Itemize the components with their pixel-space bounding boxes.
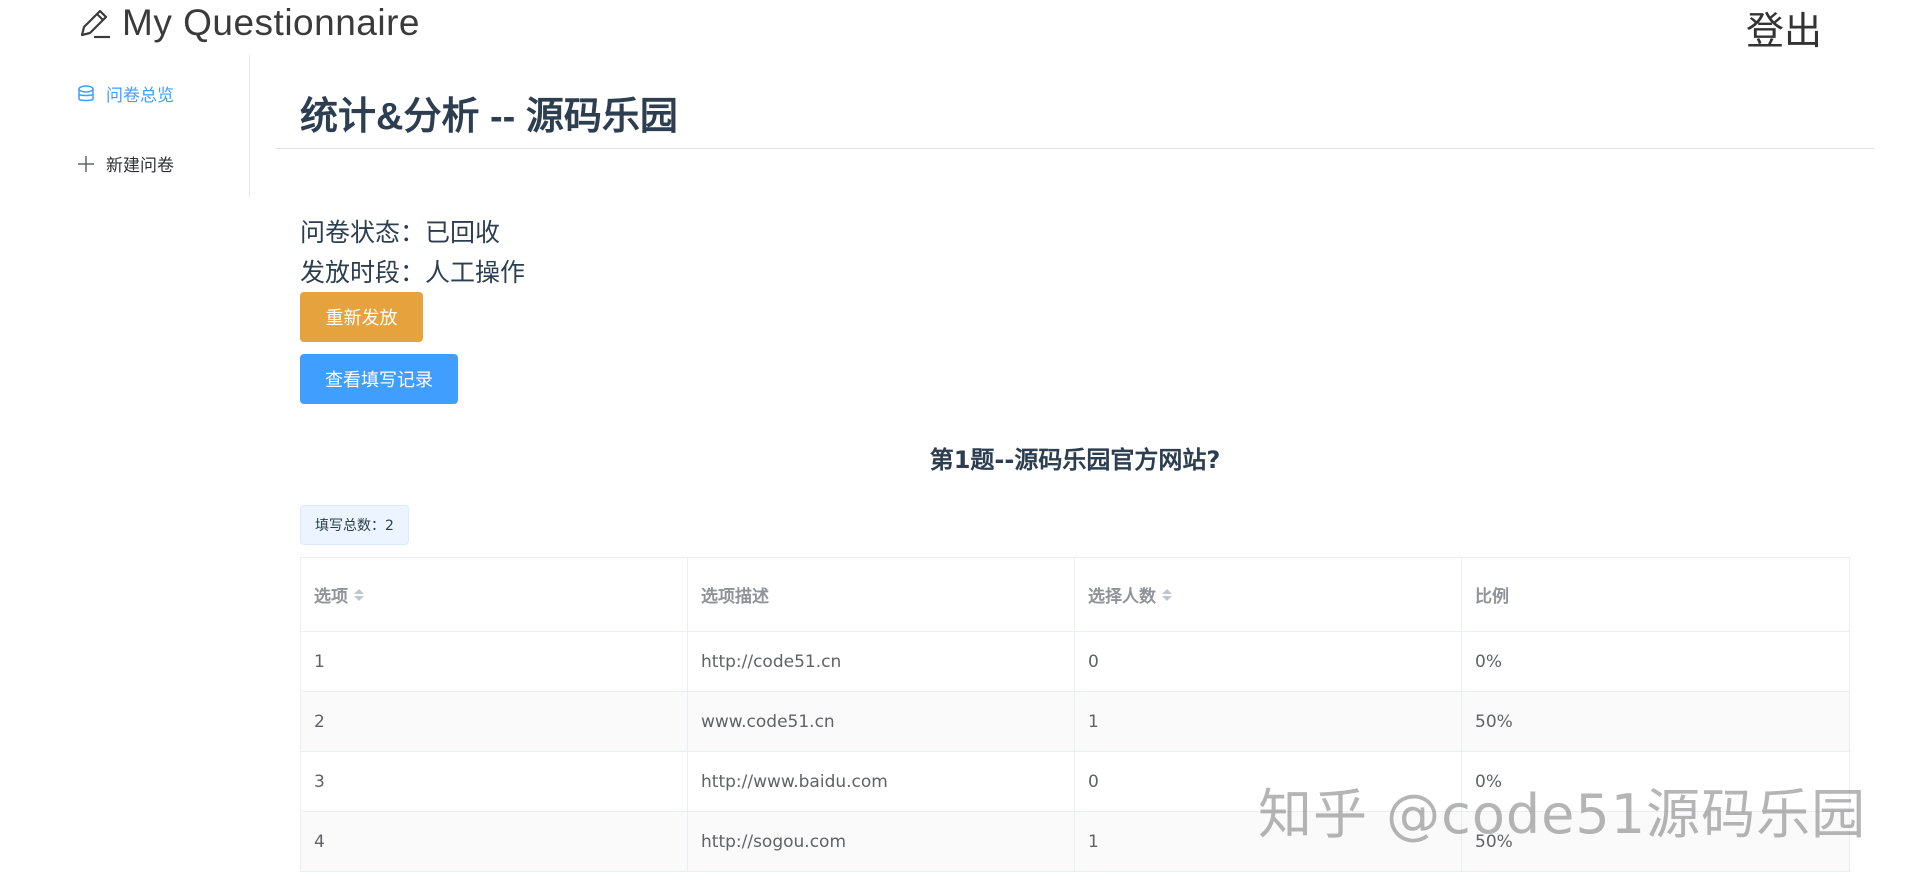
app-logo[interactable]: My Questionnaire [76, 2, 420, 44]
column-header-ratio: 比例 [1475, 587, 1509, 607]
table-cell: 50% [1475, 711, 1513, 732]
count-tag: 填写总数：2 [300, 505, 409, 545]
sidebar-item-label: 问卷总览 [106, 86, 174, 106]
table-cell: http://code51.cn [688, 632, 1075, 691]
table-cell: 3 [301, 752, 688, 811]
table-cell: 0% [1475, 651, 1502, 672]
sort-icon[interactable] [1162, 588, 1172, 601]
column-header-option[interactable]: 选项 [301, 558, 688, 631]
period-line: 发放时段：人工操作 [300, 258, 526, 287]
column-header-count[interactable]: 选择人数 [1075, 558, 1462, 631]
sidebar: 问卷总览 新建问卷 [0, 55, 250, 197]
table-row: 1 http://code51.cn 0 0% [301, 632, 1849, 692]
page-title: 统计&分析 -- 源码乐园 [300, 96, 678, 138]
plus-icon [78, 155, 94, 172]
sort-icon[interactable] [354, 588, 364, 601]
app-header: My Questionnaire 登出 [0, 0, 1905, 55]
column-header-description: 选项描述 [688, 558, 1075, 631]
logout-button[interactable]: 登出 [1746, 0, 1822, 55]
table-cell: 1 [1075, 692, 1462, 751]
pencil-icon [80, 9, 110, 39]
table-header-row: 选项 选项描述 选择人数 比例 [301, 558, 1849, 632]
sidebar-item-overview[interactable]: 问卷总览 [76, 81, 174, 106]
table-cell: http://www.baidu.com [688, 752, 1075, 811]
table-cell: 0 [1075, 632, 1462, 691]
question-title: 第1题--源码乐园官方网站? [929, 446, 1221, 474]
table-cell: www.code51.cn [688, 692, 1075, 751]
table-cell: 2 [301, 692, 688, 751]
sidebar-item-new[interactable]: 新建问卷 [76, 151, 174, 176]
sidebar-item-label: 新建问卷 [106, 156, 174, 176]
table-cell: 1 [301, 632, 688, 691]
view-records-button[interactable]: 查看填写记录 [300, 354, 458, 404]
status-line: 问卷状态：已回收 [300, 218, 501, 247]
table-cell: http://sogou.com [688, 812, 1075, 871]
database-icon [78, 84, 94, 101]
table-row: 2 www.code51.cn 1 50% [301, 692, 1849, 752]
republish-button[interactable]: 重新发放 [300, 292, 423, 342]
table-cell: 4 [301, 812, 688, 871]
page-title-block: 统计&分析 -- 源码乐园 [276, 55, 1874, 149]
app-title: My Questionnaire [122, 2, 420, 43]
watermark: 知乎 @code51源码乐园 [1258, 783, 1867, 846]
